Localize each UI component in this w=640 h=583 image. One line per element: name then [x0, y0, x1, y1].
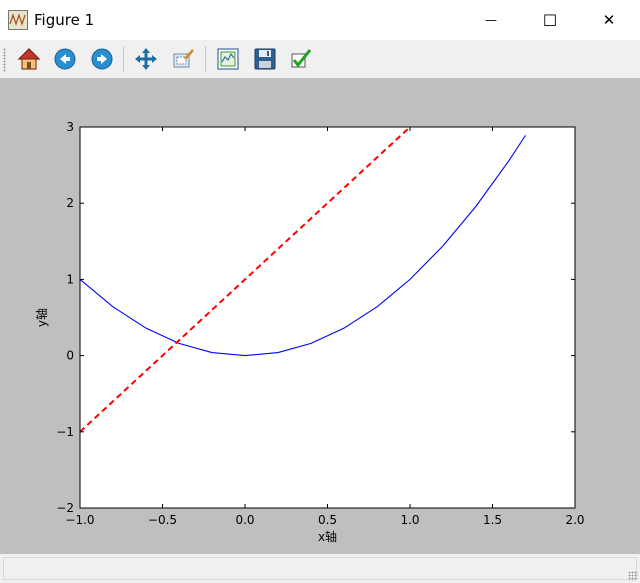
toolbar-separator — [123, 46, 124, 72]
navigation-toolbar — [0, 40, 640, 78]
home-icon — [17, 48, 41, 70]
x-tick-label: −1.0 — [65, 513, 94, 527]
plot-area — [80, 127, 575, 508]
forward-button[interactable] — [88, 45, 116, 73]
checkmark-icon — [291, 49, 312, 68]
pan-button[interactable] — [132, 45, 160, 73]
y-axis-label: y轴 — [34, 308, 49, 327]
subplots-config-icon — [217, 48, 239, 70]
save-floppy-icon — [254, 48, 276, 70]
x-tick-label: 1.5 — [483, 513, 502, 527]
minimize-button[interactable]: — — [468, 0, 514, 40]
y-tick-label: −1 — [56, 425, 74, 439]
x-axis-label: x轴 — [318, 529, 337, 544]
y-tick-label: 2 — [66, 196, 74, 210]
home-button[interactable] — [15, 45, 43, 73]
window-title: Figure 1 — [34, 11, 95, 29]
figure-canvas[interactable]: −1.0 −0.5 0.0 0.5 1.0 1.5 2.0 −2 −1 0 1 2 3 x轴 y轴 — [0, 78, 640, 554]
status-message-area — [3, 557, 637, 580]
x-tick-label: 1.0 — [400, 513, 419, 527]
back-arrow-icon — [54, 48, 76, 70]
forward-arrow-icon — [91, 48, 113, 70]
x-tick-label: 2.0 — [565, 513, 584, 527]
y-tick-label: −2 — [56, 501, 74, 515]
close-button[interactable]: ✕ — [586, 0, 632, 40]
plot-figure: −1.0 −0.5 0.0 0.5 1.0 1.5 2.0 −2 −1 0 1 2 3 x轴 y轴 — [34, 120, 585, 544]
maximize-button[interactable]: ☐ — [527, 0, 573, 40]
title-bar[interactable]: Figure 1 — ☐ ✕ — [0, 0, 640, 40]
subplots-button[interactable] — [214, 45, 242, 73]
maximize-icon: ☐ — [542, 10, 558, 30]
y-tick-label: 3 — [66, 120, 74, 134]
minimize-icon: — — [485, 13, 497, 27]
y-tick-label: 0 — [66, 349, 74, 363]
zoom-rect-icon — [173, 49, 194, 68]
resize-grip[interactable] — [628, 571, 638, 581]
back-button[interactable] — [51, 45, 79, 73]
x-tick-label: 0.0 — [235, 513, 254, 527]
figure-app-icon — [8, 10, 28, 30]
pan-move-icon — [135, 48, 157, 70]
save-button[interactable] — [251, 45, 279, 73]
status-bar — [0, 554, 640, 583]
x-tick-label: −0.5 — [148, 513, 177, 527]
zoom-button[interactable] — [169, 45, 197, 73]
toolbar-grip[interactable] — [3, 48, 6, 72]
toolbar-separator — [205, 46, 206, 72]
close-icon: ✕ — [602, 11, 616, 29]
y-tick-label: 1 — [66, 272, 74, 286]
edit-axes-button[interactable] — [287, 45, 315, 73]
x-tick-label: 0.5 — [318, 513, 337, 527]
